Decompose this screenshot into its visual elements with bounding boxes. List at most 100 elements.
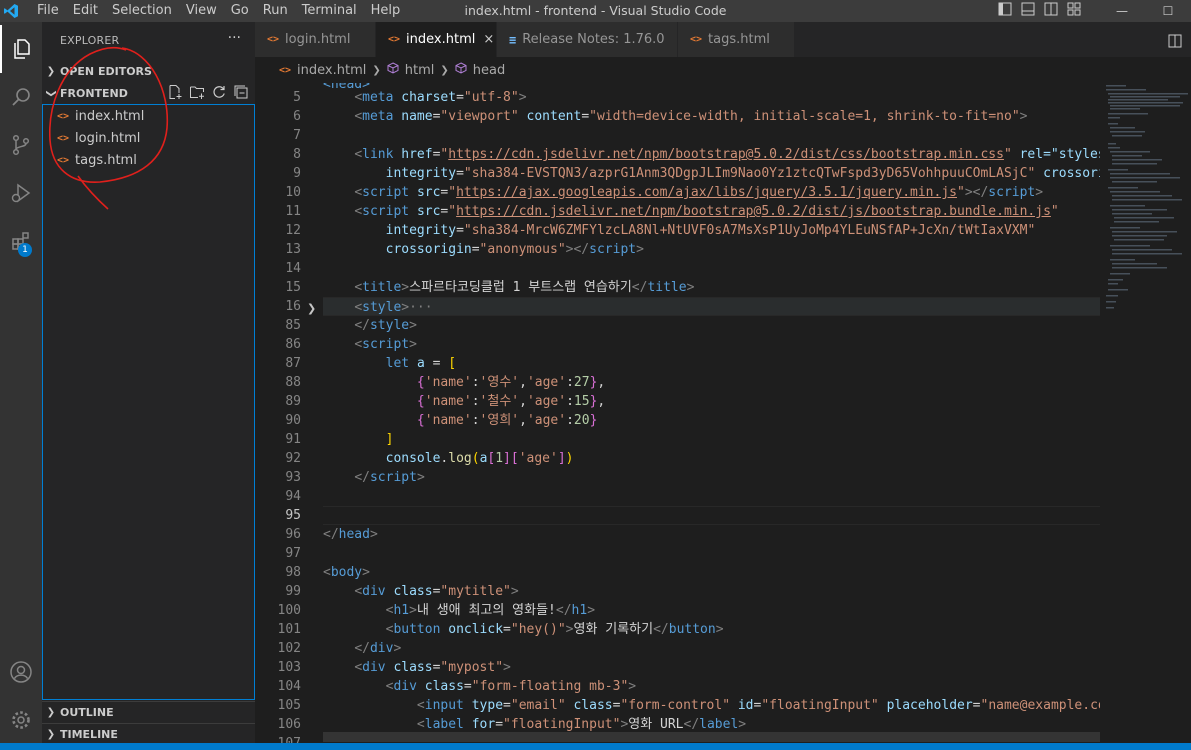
line-number: 94 — [285, 489, 301, 504]
code-line: <script src="https://ajax.googleapis.com… — [354, 185, 1044, 200]
fold-chevron-icon[interactable]: ❯ — [307, 302, 316, 315]
code-token: 15 — [573, 394, 590, 409]
outline-header[interactable]: ❯ OUTLINE — [42, 701, 255, 723]
line-number: 5 — [293, 90, 301, 105]
run-debug-icon[interactable] — [0, 169, 42, 217]
line-number: 104 — [277, 679, 301, 694]
open-editors-header[interactable]: ❯ OPEN EDITORS — [42, 60, 255, 82]
tab-tags-html[interactable]: <> tags.html — [678, 22, 795, 57]
line-number: 8 — [293, 147, 301, 162]
code-line: integrity="sha384-EVSTQN3/azprG1Anm3QDgp… — [323, 164, 1100, 183]
code-link[interactable]: https://cdn.jsdelivr.net/npm/bootstrap@5… — [448, 147, 1004, 162]
tab-release-notes[interactable]: ≡ Release Notes: 1.76.0 — [497, 22, 678, 57]
code-token: '철수' — [479, 394, 520, 409]
menu-help[interactable]: Help — [364, 0, 408, 22]
tab-label: Release Notes: 1.76.0 — [522, 32, 665, 47]
file-tags-html[interactable]: <> tags.html — [43, 149, 254, 171]
line-number: 87 — [285, 356, 301, 371]
layout-controls — [998, 0, 1081, 22]
line-number: 88 — [285, 375, 301, 390]
new-folder-icon[interactable] — [189, 84, 205, 103]
menu-go[interactable]: Go — [224, 0, 256, 22]
line-number: 91 — [285, 432, 301, 447]
toggle-primary-sidebar-icon[interactable] — [998, 2, 1012, 20]
vscode-logo-icon — [0, 0, 22, 22]
file-label: tags.html — [75, 152, 137, 168]
code-link[interactable]: https://ajax.googleapis.com/ajax/libs/jq… — [456, 185, 957, 200]
line-number: 106 — [277, 717, 301, 732]
tab-login-html[interactable]: <> login.html — [255, 22, 376, 57]
chevron-down-icon: ❯ — [45, 88, 57, 98]
maximize-button[interactable]: ☐ — [1145, 0, 1191, 22]
file-tree: <> index.html <> login.html <> tags.html — [42, 104, 255, 700]
file-index-html[interactable]: <> index.html — [43, 105, 254, 127]
code-line: </style> — [354, 318, 417, 333]
line-number: 105 — [277, 698, 301, 713]
split-editor-icon[interactable] — [1168, 34, 1182, 52]
extensions-icon[interactable]: 1 — [0, 217, 42, 265]
menu-run[interactable]: Run — [256, 0, 295, 22]
more-actions-icon[interactable]: ··· — [228, 30, 241, 46]
line-numbers: 5 6 7 8 9 10 11 12 13 14 15 16 85 86 87 … — [255, 88, 313, 743]
code-line: <input type="email" class="form-control"… — [323, 696, 1100, 715]
folded-ellipsis[interactable]: ··· — [409, 300, 432, 315]
code-token: sha384-MrcW6ZMFYlzcLA8Nl+NtUVF0sA7MsXsP1… — [471, 223, 1028, 238]
line-number: 11 — [285, 204, 301, 219]
manage-gear-icon[interactable] — [0, 696, 42, 744]
code-line: <link href="https://cdn.jsdelivr.net/npm… — [323, 145, 1100, 164]
collapse-all-icon[interactable] — [233, 84, 249, 103]
title-bar: File Edit Selection View Go Run Terminal… — [0, 0, 1191, 22]
close-tab-icon[interactable]: × — [483, 32, 494, 47]
menu-view[interactable]: View — [179, 0, 224, 22]
search-icon[interactable] — [0, 73, 42, 121]
code-token: 스파르타코딩클럽 1 부트스랩 연습하기 — [409, 280, 632, 295]
source-control-icon[interactable] — [0, 121, 42, 169]
code-token: 27 — [573, 375, 590, 390]
line-number: 14 — [285, 261, 301, 276]
code-line: </div> — [354, 641, 402, 656]
line-number: 107 — [255, 734, 313, 743]
menu-selection[interactable]: Selection — [105, 0, 179, 22]
customize-layout-icon[interactable] — [1067, 2, 1081, 20]
activity-bar: 1 — [0, 22, 42, 743]
code-line: <meta charset="utf-8"> — [354, 90, 527, 105]
code-token: name@example.com — [988, 698, 1100, 713]
tab-label: login.html — [285, 32, 351, 47]
menu-file[interactable]: File — [30, 0, 66, 22]
breadcrumb: <> index.html ❯ html ❯ head — [255, 57, 1191, 83]
code-line: <meta name="viewport" content="width=dev… — [354, 109, 1028, 124]
code-line: <div class="mypost"> — [354, 660, 511, 675]
frontend-folder-header[interactable]: ❯ FRONTEND — [42, 82, 255, 104]
explorer-icon[interactable] — [0, 25, 42, 73]
new-file-icon[interactable] — [167, 84, 183, 103]
breadcrumb-html[interactable]: html — [405, 63, 435, 78]
code-link[interactable]: https://cdn.jsdelivr.net/npm/bootstrap@5… — [456, 204, 1051, 219]
code-editor[interactable]: <head> 5 6 7 8 9 10 11 12 13 14 15 16 85… — [255, 83, 1100, 743]
refresh-icon[interactable] — [211, 84, 227, 103]
code-lines: <meta charset="utf-8"> <meta name="viewp… — [323, 88, 1100, 743]
timeline-header[interactable]: ❯ TIMELINE — [42, 723, 255, 745]
minimize-button[interactable]: — — [1099, 0, 1145, 22]
file-login-html[interactable]: <> login.html — [43, 127, 254, 149]
tab-index-html[interactable]: <> index.html × — [376, 22, 497, 57]
menu-terminal[interactable]: Terminal — [295, 0, 364, 22]
toggle-secondary-sidebar-icon[interactable] — [1044, 2, 1058, 20]
menu-edit[interactable]: Edit — [66, 0, 105, 22]
breadcrumb-file[interactable]: index.html — [297, 63, 366, 78]
file-label: index.html — [75, 108, 145, 124]
breadcrumb-head[interactable]: head — [473, 63, 505, 78]
minimap[interactable] — [1100, 83, 1191, 743]
code-token: crossorig — [1043, 166, 1100, 181]
line-number: 90 — [285, 413, 301, 428]
horizontal-scrollbar[interactable] — [323, 732, 1100, 742]
code-line: let a = [ — [385, 356, 457, 371]
accounts-icon[interactable] — [0, 648, 42, 696]
code-line: <script> — [354, 337, 417, 352]
html-file-icon: <> — [388, 34, 401, 45]
toggle-panel-icon[interactable] — [1021, 2, 1035, 20]
line-number: 97 — [285, 546, 301, 561]
cube-icon — [455, 62, 467, 78]
